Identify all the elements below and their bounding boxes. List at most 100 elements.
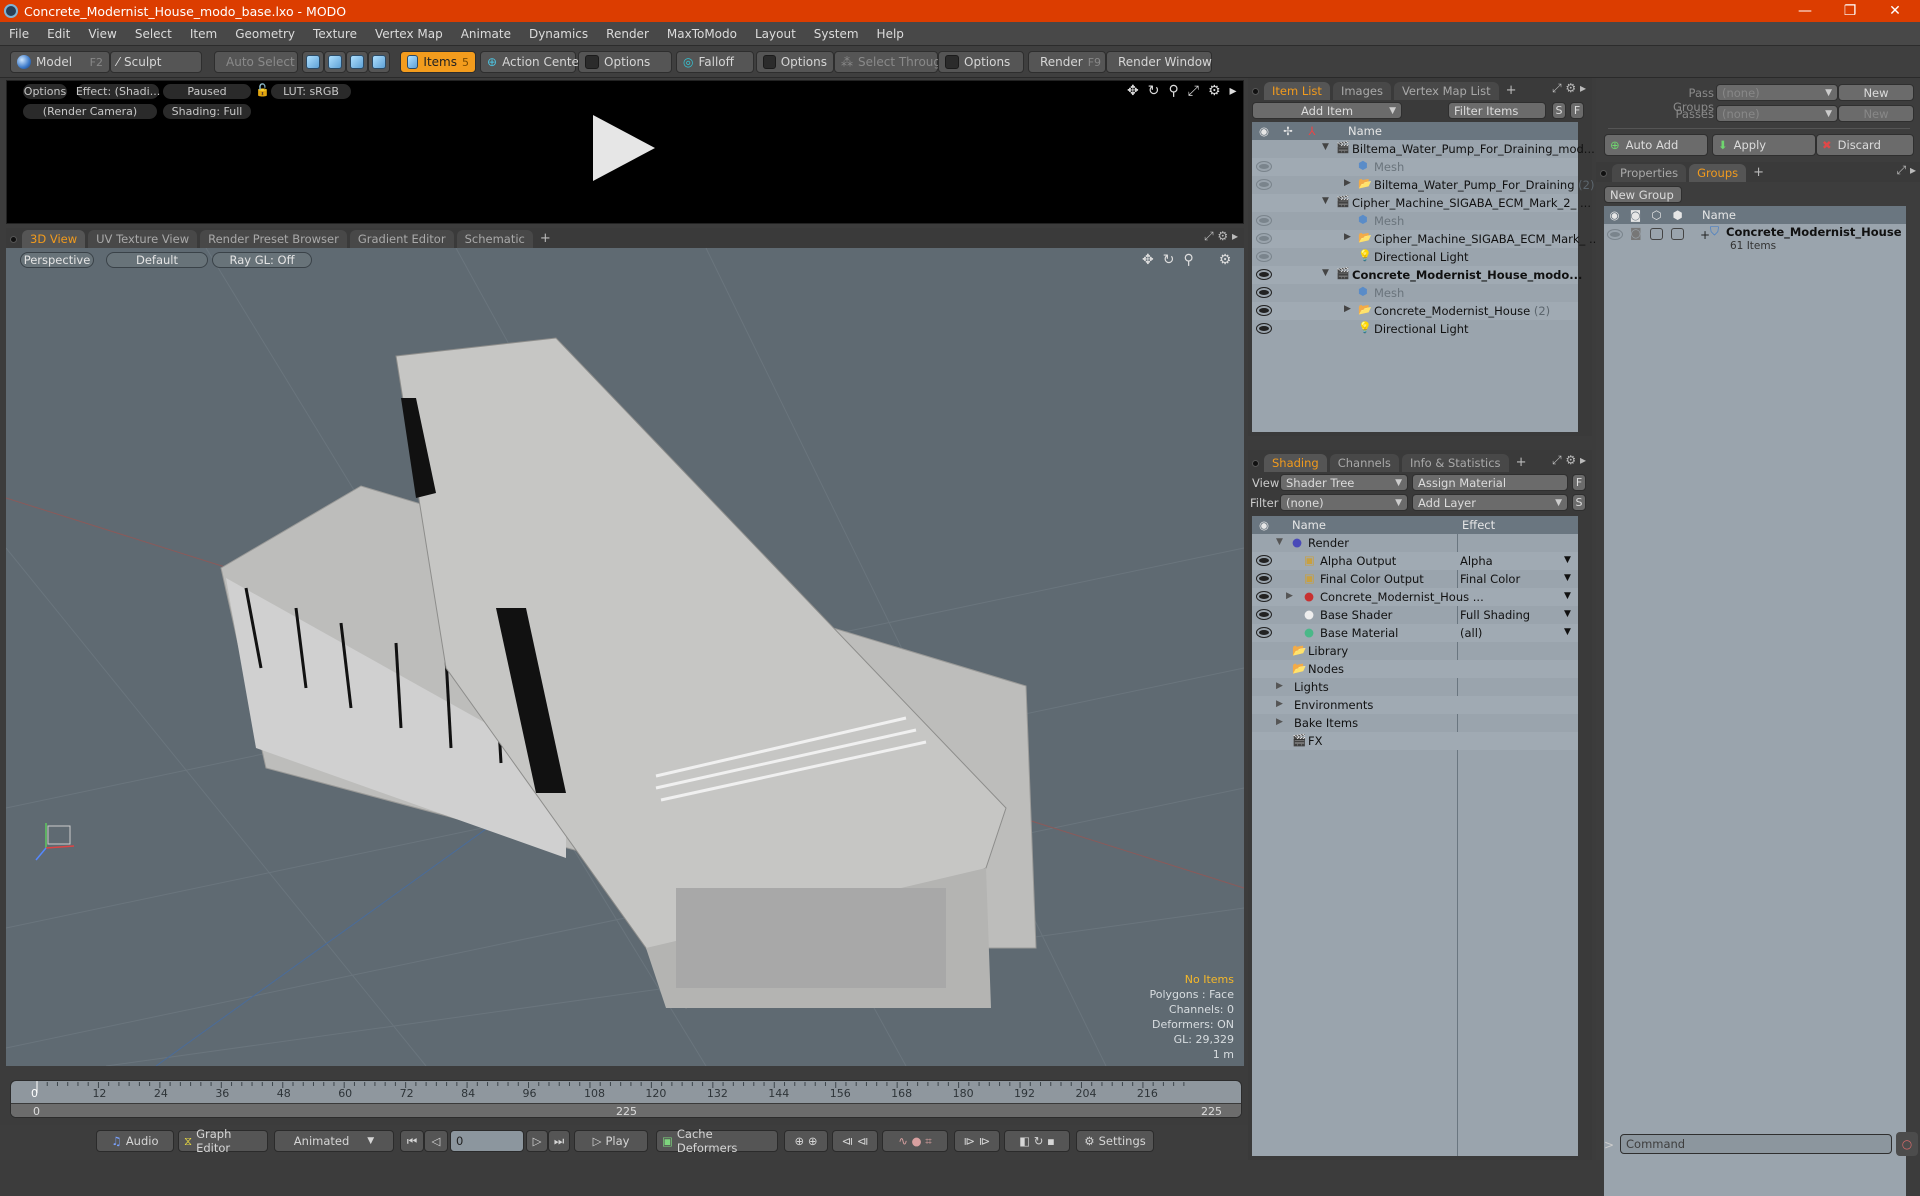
tab-info-statistics[interactable]: Info & Statistics [1401, 454, 1509, 472]
apply-button[interactable]: ⬇ Apply [1712, 134, 1816, 156]
render-options-button[interactable]: Options [23, 84, 67, 99]
timeline-range-bar[interactable]: 0 225 225 [11, 1103, 1241, 1117]
key-tools-buttons[interactable]: ◧ ↻ ▪ [1004, 1130, 1070, 1152]
tab-channels[interactable]: Channels [1329, 454, 1399, 472]
menu-geometry[interactable]: Geometry [226, 27, 304, 41]
visibility-eye-icon[interactable] [1256, 269, 1272, 280]
tree-caret-icon[interactable]: ▶ [1286, 591, 1293, 601]
perspective-dropdown[interactable]: Perspective [20, 252, 94, 268]
shader-tree-row[interactable]: ▶ ● Concrete_Modernist_Hous ... ▼ [1252, 588, 1578, 606]
render-camera-dropdown[interactable]: (Render Camera) [23, 104, 157, 119]
collapse-caret-icon[interactable]: ▶ [1344, 304, 1351, 314]
shader-tree-row[interactable]: 📂 Nodes [1252, 660, 1578, 678]
menu-item[interactable]: Item [181, 27, 226, 41]
collapse-caret-icon[interactable]: ▶ [1344, 232, 1351, 242]
render-status-button[interactable]: Paused [163, 84, 251, 99]
s-button[interactable]: S [1572, 494, 1586, 511]
go-to-start-button[interactable]: ⏮ [400, 1130, 424, 1152]
model-mode-button[interactable]: Model F2 [10, 51, 110, 73]
animation-mode-dropdown[interactable]: Animated ▼ [274, 1130, 394, 1152]
visibility-eye-icon[interactable] [1256, 179, 1272, 190]
action-center-button[interactable]: ⊕ Action Center [480, 51, 584, 73]
new-pass-group-button[interactable]: New [1838, 84, 1914, 101]
menu-help[interactable]: Help [868, 27, 913, 41]
pan-icon[interactable]: ✥ [1142, 252, 1154, 268]
maximize-icon[interactable]: ⤢ [1188, 83, 1199, 99]
menu-render[interactable]: Render [597, 27, 658, 41]
item-list-row[interactable]: ⬢ Mesh [1252, 212, 1578, 230]
pass-groups-dropdown[interactable]: (none) ▼ [1716, 84, 1838, 101]
falloff-button[interactable]: ◎ Falloff [676, 51, 754, 73]
frame-input[interactable]: 0 [450, 1130, 524, 1152]
select-checkbox[interactable] [1671, 228, 1684, 240]
raygl-toggle[interactable]: Ray GL: Off [212, 252, 312, 268]
panel-dot-icon[interactable] [1252, 88, 1259, 95]
rotate-icon[interactable]: ↻ [1163, 252, 1175, 268]
view-dropdown[interactable]: Shader Tree ▼ [1280, 474, 1408, 491]
vertices-mode-button[interactable] [302, 51, 324, 73]
expand-caret-icon[interactable]: ▼ [1322, 142, 1329, 152]
prev-key-button[interactable]: ◁ [424, 1130, 448, 1152]
falloff-options-button[interactable]: Options [756, 51, 834, 73]
command-record-icon[interactable]: ○ [1896, 1132, 1918, 1156]
shader-tree-row[interactable]: ▶ Lights [1252, 678, 1578, 696]
items-mode-button[interactable]: Items 5 [400, 51, 476, 73]
effect-value[interactable]: Final Color [1460, 572, 1520, 586]
panel-dot-icon[interactable] [1252, 460, 1259, 467]
tab-groups[interactable]: Groups [1689, 164, 1747, 182]
key-nav-buttons[interactable]: ⧏ ⧏ [832, 1130, 878, 1152]
render-button[interactable]: Render F9 [1028, 51, 1106, 73]
visibility-eye-icon[interactable] [1256, 323, 1272, 334]
lut-dropdown[interactable]: LUT: sRGB [271, 84, 351, 99]
item-list-row[interactable]: ▶ 📂 Concrete_Modernist_House (2) [1252, 302, 1578, 320]
shader-tree-row[interactable]: 📂 Library [1252, 642, 1578, 660]
tab-gradient-editor[interactable]: Gradient Editor [349, 230, 454, 248]
add-item-dropdown[interactable]: Add Item ▼ [1252, 102, 1402, 119]
shader-tree-row[interactable]: ▶ Bake Items [1252, 714, 1578, 732]
panel-dot-icon[interactable] [10, 236, 17, 243]
rotate-icon[interactable]: ↻ [1148, 83, 1160, 99]
expand-caret-icon[interactable]: ▼ [1322, 268, 1329, 278]
panel-gear-icon[interactable]: ⤢ ⚙ ▸ [1552, 81, 1586, 96]
shader-tree-row[interactable]: 🎬 FX [1252, 732, 1578, 750]
close-button[interactable]: ✕ [1872, 0, 1918, 22]
filter-dropdown[interactable]: (none) ▼ [1280, 494, 1408, 511]
new-pass-button[interactable]: New [1838, 105, 1914, 122]
collapse-caret-icon[interactable]: ▶ [1344, 178, 1351, 188]
panel-dot-icon[interactable] [1600, 170, 1607, 177]
item-list-row[interactable]: ▶ 📂 Cipher_Machine_SIGABA_ECM_Mark_ ... [1252, 230, 1600, 248]
tab-vertex-map-list[interactable]: Vertex Map List [1393, 82, 1499, 100]
visibility-eye-icon[interactable] [1256, 287, 1272, 298]
shader-tree-row[interactable]: ● Base Material (all) ▼ [1252, 624, 1578, 642]
visibility-eye-icon[interactable] [1256, 573, 1272, 584]
item-list-row[interactable]: ▼ 🎬 Cipher_Machine_SIGABA_ECM_Mark_2_ ... [1252, 194, 1591, 212]
effect-dropdown-icon[interactable]: ▼ [1564, 591, 1571, 601]
add-tab-icon[interactable]: + [1502, 83, 1521, 98]
visibility-eye-icon[interactable] [1256, 305, 1272, 316]
f-button[interactable]: F [1570, 102, 1584, 119]
menu-system[interactable]: System [805, 27, 868, 41]
play-button[interactable]: ▷ Play [574, 1130, 648, 1152]
tab-render-preset-browser[interactable]: Render Preset Browser [200, 230, 347, 248]
select-through-options-button[interactable]: Options [938, 51, 1024, 73]
f-button[interactable]: F [1572, 474, 1586, 491]
select-through-button[interactable]: ⁂ Select Through [834, 51, 949, 73]
audio-button[interactable]: ♫ Audio [96, 1130, 174, 1152]
add-tab-icon[interactable]: + [1512, 455, 1531, 470]
lock-icon[interactable]: 🔓 [255, 83, 270, 97]
shader-tree-row[interactable]: ▶ Environments [1252, 696, 1578, 714]
auto-select-button[interactable]: Auto Select [214, 51, 298, 73]
discard-button[interactable]: ✖ Discard [1816, 134, 1914, 156]
menu-select[interactable]: Select [126, 27, 181, 41]
tab-3d-view[interactable]: 3D View [22, 230, 86, 248]
filter-items-input[interactable]: Filter Items [1448, 102, 1546, 119]
menu-animate[interactable]: Animate [452, 27, 520, 41]
expand-plus-icon[interactable]: + [1700, 228, 1710, 242]
menu-texture[interactable]: Texture [304, 27, 366, 41]
new-group-button[interactable]: New Group [1604, 186, 1682, 203]
maximize-button[interactable]: ❐ [1827, 0, 1873, 22]
visibility-eye-icon[interactable] [1256, 591, 1272, 602]
zoom-icon[interactable]: ⚲ [1183, 252, 1193, 268]
panel-expand-icon[interactable]: ⤢ ▸ [1897, 163, 1916, 178]
item-list-row[interactable]: 💡 Directional Light [1252, 320, 1578, 338]
